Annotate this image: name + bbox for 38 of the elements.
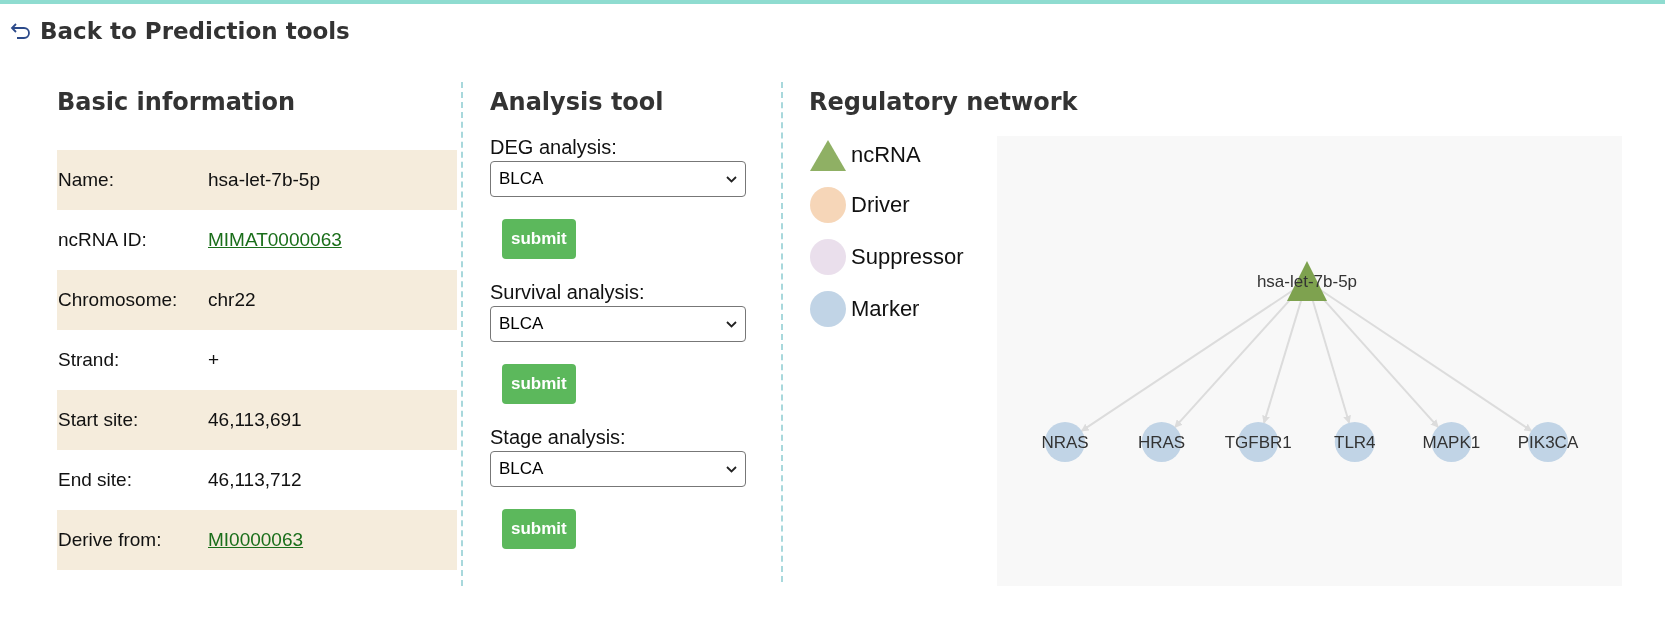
node-label: PIK3CA bbox=[1517, 433, 1579, 452]
node-label: MAPK1 bbox=[1422, 433, 1481, 452]
field-label: Derive from: bbox=[57, 529, 163, 551]
field-value: hsa-let-7b-5p bbox=[208, 169, 320, 191]
field-value: 46,113,691 bbox=[208, 409, 302, 431]
field-label: Start site: bbox=[57, 409, 140, 431]
dropdown[interactable]: BLCA bbox=[490, 306, 746, 342]
section-title: Basic information bbox=[57, 87, 297, 118]
dropdown-label: Survival analysis: bbox=[490, 281, 646, 304]
node-label: TGFBR1 bbox=[1224, 433, 1292, 452]
field-label: Chromosome: bbox=[57, 289, 179, 311]
field-label: Strand: bbox=[57, 349, 121, 371]
dropdown-label: DEG analysis: bbox=[490, 136, 618, 159]
field-value: + bbox=[208, 349, 220, 371]
chevron-icon bbox=[726, 465, 737, 473]
field-link[interactable]: MI0000063 bbox=[208, 529, 304, 551]
field-value: chr22 bbox=[208, 289, 256, 311]
chevron-icon bbox=[726, 320, 737, 328]
dropdown-label: Stage analysis: bbox=[490, 426, 627, 449]
dropdown[interactable]: BLCA bbox=[490, 161, 746, 197]
back-link[interactable]: Back to Prediction tools bbox=[0, 4, 350, 44]
field-label: ncRNA ID: bbox=[57, 229, 148, 251]
section-title: Analysis tool bbox=[490, 87, 665, 118]
chevron-icon bbox=[726, 175, 737, 183]
legend-label: Driver bbox=[851, 192, 910, 218]
back-arrow-icon bbox=[10, 22, 32, 40]
dropdown[interactable]: BLCA bbox=[490, 451, 746, 487]
legend-label: Suppressor bbox=[851, 244, 964, 270]
field-value: 46,113,712 bbox=[208, 469, 302, 491]
field-label: Name: bbox=[57, 169, 115, 191]
node-label: NRAS bbox=[1041, 433, 1089, 452]
field-link[interactable]: MIMAT0000063 bbox=[208, 229, 342, 251]
node-label: TLR4 bbox=[1334, 433, 1376, 452]
legend-label: Marker bbox=[851, 296, 920, 322]
field-label: End site: bbox=[57, 469, 133, 491]
legend-label: ncRNA bbox=[851, 142, 921, 168]
node-label: HRAS bbox=[1138, 433, 1186, 452]
section-title: Regulatory network bbox=[809, 87, 1079, 118]
